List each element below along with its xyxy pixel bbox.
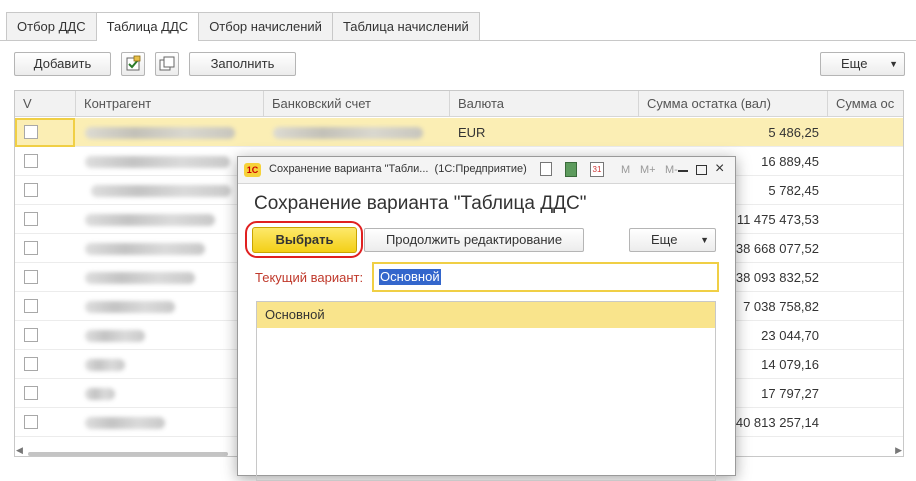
- dialog-window-title: Сохранение варианта "Табли... (1С:Предпр…: [269, 163, 527, 175]
- column-header-check[interactable]: V: [15, 91, 76, 117]
- fill-button[interactable]: Заполнить: [189, 52, 296, 76]
- balance-amount: 16 889,45: [761, 154, 819, 169]
- select-button[interactable]: Выбрать: [252, 227, 357, 253]
- row-checkbox[interactable]: [24, 386, 38, 400]
- tab-accruals-filter[interactable]: Отбор начислений: [198, 12, 333, 40]
- redacted-counterparty: [91, 185, 231, 197]
- copy-icon[interactable]: [155, 52, 179, 76]
- balance-amount: 23 044,70: [761, 328, 819, 343]
- continue-editing-button[interactable]: Продолжить редактирование: [364, 228, 584, 252]
- current-variant-input[interactable]: Основной: [372, 262, 719, 292]
- balance-amount: 38 093 832,52: [735, 270, 819, 285]
- scroll-right-icon[interactable]: ▶: [895, 445, 902, 456]
- table-row[interactable]: EUR 5 486,25: [15, 118, 903, 147]
- dialog-more-label: Еще: [651, 232, 678, 247]
- maximize-icon[interactable]: [696, 165, 707, 175]
- balance-amount: 14 079,16: [761, 357, 819, 372]
- close-icon[interactable]: ×: [715, 160, 724, 178]
- balance-amount: 5 486,25: [768, 125, 819, 140]
- redacted-counterparty: [85, 359, 125, 371]
- row-checkbox[interactable]: [24, 154, 38, 168]
- redacted-counterparty: [85, 214, 215, 226]
- row-checkbox[interactable]: [24, 270, 38, 284]
- dropdown-arrow-icon: ▼: [700, 235, 709, 245]
- row-checkbox[interactable]: [24, 328, 38, 342]
- column-header-counterparty[interactable]: Контрагент: [76, 91, 264, 117]
- tab-bar: Отбор ДДС Таблица ДДС Отбор начислений Т…: [6, 12, 480, 41]
- redacted-counterparty: [85, 272, 195, 284]
- column-header-balance[interactable]: Сумма ос: [828, 91, 903, 117]
- row-checkbox[interactable]: [24, 212, 38, 226]
- dialog-heading: Сохранение варианта "Таблица ДДС": [254, 193, 587, 214]
- redacted-counterparty: [85, 417, 165, 429]
- row-checkbox[interactable]: [24, 299, 38, 313]
- app-logo-icon: 1С: [244, 163, 261, 177]
- balance-amount: 11 475 473,53: [736, 212, 819, 227]
- calendar-icon[interactable]: 31: [590, 162, 604, 177]
- redacted-counterparty: [85, 156, 230, 168]
- redacted-counterparty: [85, 301, 175, 313]
- memory-minus-button[interactable]: M-: [665, 164, 678, 176]
- currency-cell: EUR: [458, 125, 486, 140]
- tab-dds-table[interactable]: Таблица ДДС: [95, 12, 200, 41]
- focused-cell: [15, 118, 75, 147]
- row-checkbox[interactable]: [24, 241, 38, 255]
- balance-amount: 38 668 077,52: [735, 241, 819, 256]
- column-header-bank-account[interactable]: Банковский счет: [264, 91, 450, 117]
- calculator-icon[interactable]: [565, 162, 577, 177]
- balance-amount: 17 797,27: [761, 386, 819, 401]
- dropdown-arrow-icon: ▼: [889, 59, 898, 69]
- tab-accruals-table[interactable]: Таблица начислений: [331, 12, 480, 40]
- balance-currency-cell: 5 486,25: [637, 118, 819, 147]
- more-button[interactable]: Еще ▼: [820, 52, 905, 76]
- variants-list[interactable]: Основной: [256, 301, 716, 481]
- table-header: V Контрагент Банковский счет Валюта Сумм…: [15, 91, 903, 117]
- row-checkbox[interactable]: [24, 415, 38, 429]
- redacted-counterparty: [85, 243, 205, 255]
- current-variant-value: Основной: [379, 269, 441, 285]
- balance-amount: 7 038 758,82: [743, 299, 819, 314]
- dialog-more-button[interactable]: Еще ▼: [629, 228, 716, 252]
- redacted-bank-account: [273, 127, 423, 139]
- current-variant-label: Текущий вариант:: [255, 270, 364, 285]
- memory-button[interactable]: M: [621, 164, 630, 176]
- column-header-currency[interactable]: Валюта: [450, 91, 639, 117]
- memory-plus-button[interactable]: M+: [640, 164, 656, 176]
- scroll-thumb[interactable]: [28, 452, 228, 456]
- save-variant-dialog: 1С Сохранение варианта "Табли... (1С:Пре…: [237, 156, 736, 481]
- scroll-left-icon[interactable]: ◀: [16, 445, 23, 456]
- minimize-icon[interactable]: [678, 170, 688, 172]
- column-header-balance-currency[interactable]: Сумма остатка (вал): [639, 91, 828, 117]
- balance-amount: 5 782,45: [768, 183, 819, 198]
- redacted-counterparty: [85, 388, 115, 400]
- more-label: Еще: [841, 56, 868, 71]
- add-button[interactable]: Добавить: [14, 52, 111, 76]
- list-item[interactable]: Основной: [257, 302, 715, 328]
- row-checkbox[interactable]: [24, 183, 38, 197]
- check-all-icon[interactable]: [121, 52, 145, 76]
- redacted-counterparty: [85, 330, 145, 342]
- dialog-titlebar: 1С Сохранение варианта "Табли... (1С:Пре…: [238, 157, 735, 184]
- tab-dds-filter[interactable]: Отбор ДДС: [6, 12, 97, 40]
- row-checkbox[interactable]: [24, 357, 38, 371]
- redacted-counterparty: [85, 127, 235, 139]
- print-icon[interactable]: [540, 162, 552, 176]
- balance-amount: 40 813 257,14: [735, 415, 819, 430]
